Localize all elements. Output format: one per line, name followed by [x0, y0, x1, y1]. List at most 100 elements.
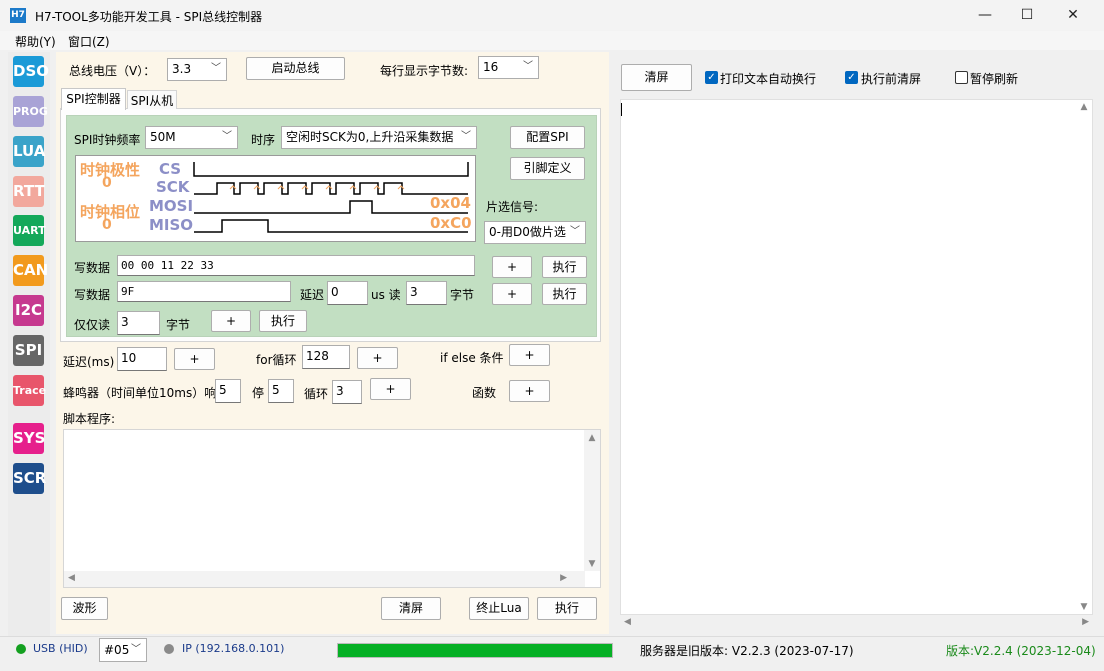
- beep-stop-label: 停: [252, 386, 265, 400]
- start-bus-button[interactable]: 启动总线: [246, 57, 345, 80]
- title-bar: H7 H7-TOOL多功能开发工具 - SPI总线控制器 — ☐ ✕: [0, 0, 1104, 31]
- ifelse-add-button[interactable]: +: [509, 344, 550, 366]
- bytes-per-line-select[interactable]: 16 ﹀: [478, 56, 539, 79]
- close-button[interactable]: ✕: [1050, 0, 1096, 31]
- bytes-per-line-value: 16: [483, 60, 499, 74]
- scroll-right-icon[interactable]: ▶: [560, 573, 567, 583]
- minimize-button[interactable]: —: [962, 0, 1008, 31]
- write1-exec-button[interactable]: 执行: [542, 256, 587, 278]
- script-editor[interactable]: ▲ ▼ ◀ ▶: [63, 429, 601, 588]
- timing-select[interactable]: 空闲时SCK为0,上升沿采集数据 ﹀: [281, 126, 477, 149]
- clear-output-button[interactable]: 清屏: [621, 64, 692, 91]
- bytes-unit-label: 字节: [450, 288, 475, 302]
- pause-label: 暂停刷新: [970, 72, 1019, 86]
- sidebar-item-trace[interactable]: Trace: [13, 375, 46, 406]
- write1-input[interactable]: 00 00 11 22 33: [117, 255, 475, 276]
- wrap-label: 打印文本自动换行: [720, 72, 817, 86]
- script-delay-label: 延迟(ms): [63, 355, 115, 369]
- beep-on-input[interactable]: 5: [215, 379, 241, 403]
- stop-lua-button[interactable]: 终止Lua: [469, 597, 529, 620]
- output-vscrollbar[interactable]: ▲ ▼: [1076, 100, 1092, 614]
- timing-waveforms: [193, 162, 469, 233]
- chevron-down-icon: ﹀: [211, 63, 221, 74]
- port-select[interactable]: #05 ﹀: [99, 638, 147, 662]
- timing-value: 空闲时SCK为0,上升沿采集数据: [286, 130, 454, 144]
- cs-waveform: [193, 162, 469, 177]
- scroll-down-icon[interactable]: ▼: [584, 559, 600, 569]
- scroll-down-icon[interactable]: ▼: [1076, 602, 1092, 612]
- readonly-exec-button[interactable]: 执行: [259, 310, 307, 332]
- scroll-right-icon[interactable]: ▶: [1082, 617, 1089, 627]
- beep-loop-input[interactable]: 3: [332, 380, 362, 404]
- voltage-select[interactable]: 3.3 ﹀: [167, 58, 227, 81]
- tab-spi-controller[interactable]: SPI控制器: [61, 88, 126, 110]
- function-add-button[interactable]: +: [509, 380, 550, 402]
- output-console[interactable]: ▲ ▼: [620, 99, 1093, 615]
- voltage-value: 3.3: [172, 62, 192, 76]
- write2-input[interactable]: 9F: [117, 281, 291, 302]
- wrap-checkbox[interactable]: ✓: [705, 71, 718, 84]
- for-loop-add-button[interactable]: +: [357, 347, 398, 369]
- script-hscrollbar[interactable]: ◀ ▶: [64, 571, 585, 587]
- chevron-down-icon: ﹀: [523, 61, 533, 72]
- menu-help[interactable]: 帮助(Y): [15, 33, 56, 50]
- write1-add-button[interactable]: +: [492, 256, 532, 278]
- sidebar-item-sys[interactable]: SYS: [13, 423, 45, 454]
- script-vscrollbar[interactable]: ▲ ▼: [584, 430, 600, 571]
- scroll-left-icon[interactable]: ◀: [68, 573, 75, 583]
- write1-label: 写数据: [74, 261, 111, 275]
- scroll-left-icon[interactable]: ◀: [624, 617, 631, 627]
- readonly-add-button[interactable]: +: [211, 310, 251, 332]
- chevron-down-icon: ﹀: [570, 226, 580, 237]
- read-count-input[interactable]: 3: [406, 281, 447, 305]
- maximize-button[interactable]: ☐: [1004, 0, 1050, 31]
- beep-off-input[interactable]: 5: [268, 379, 294, 403]
- chevron-down-icon: ﹀: [131, 644, 141, 655]
- ip-status-dot: [164, 644, 174, 654]
- sidebar-item-dso[interactable]: DSO: [13, 56, 49, 87]
- server-version: 服务器是旧版本: V2.2.3 (2023-07-17): [640, 644, 854, 658]
- sidebar-item-spi[interactable]: SPI: [13, 335, 44, 366]
- sidebar-item-can[interactable]: CAN: [13, 255, 48, 286]
- readonly-input[interactable]: 3: [117, 311, 160, 335]
- config-spi-button[interactable]: 配置SPI: [510, 126, 585, 149]
- sidebar-item-lua[interactable]: LUA: [13, 136, 45, 167]
- app-icon: H7: [10, 8, 26, 23]
- beep-add-button[interactable]: +: [370, 378, 411, 400]
- check-icon: ✓: [707, 72, 716, 83]
- ifelse-label: if else 条件: [440, 351, 504, 365]
- exec-script-button[interactable]: 执行: [537, 597, 597, 620]
- clear-script-button[interactable]: 清屏: [381, 597, 441, 620]
- write2-label: 写数据: [74, 288, 111, 302]
- cs-select[interactable]: 0-用D0做片选 ﹀: [484, 221, 586, 244]
- sidebar-item-prog[interactable]: PROG: [13, 96, 48, 127]
- sidebar-item-scr[interactable]: SCR: [13, 463, 46, 494]
- clear-before-checkbox[interactable]: ✓: [845, 71, 858, 84]
- waveform-button[interactable]: 波形: [61, 597, 108, 620]
- cs-label: 片选信号:: [486, 200, 539, 214]
- chevron-down-icon: ﹀: [222, 131, 232, 142]
- pause-checkbox[interactable]: [955, 71, 968, 84]
- output-hscrollbar[interactable]: ◀ ▶: [620, 615, 1093, 632]
- write2-exec-button[interactable]: 执行: [542, 283, 587, 305]
- write2-add-button[interactable]: +: [492, 283, 532, 305]
- chevron-down-icon: ﹀: [461, 131, 471, 142]
- clock-select[interactable]: 50M ﹀: [145, 126, 238, 149]
- pin-definition-button[interactable]: 引脚定义: [510, 157, 585, 180]
- sidebar-item-rtt[interactable]: RTT: [13, 176, 45, 207]
- delay-input[interactable]: 0: [327, 281, 368, 305]
- script-delay-add-button[interactable]: +: [174, 348, 215, 370]
- usb-status-dot: [16, 644, 26, 654]
- for-loop-input[interactable]: 128: [302, 345, 350, 369]
- sidebar-item-i2c[interactable]: I2C: [13, 295, 44, 326]
- script-delay-input[interactable]: 10: [117, 347, 167, 371]
- scroll-up-icon[interactable]: ▲: [584, 433, 600, 443]
- menu-window[interactable]: 窗口(Z): [68, 33, 110, 50]
- sidebar-item-uart[interactable]: UART: [13, 215, 46, 246]
- progress-fill: [338, 644, 612, 657]
- scroll-up-icon[interactable]: ▲: [1076, 102, 1092, 112]
- clock-value: 50M: [150, 130, 176, 144]
- tab-spi-slave[interactable]: SPI从机: [127, 90, 177, 109]
- function-label: 函数: [472, 386, 497, 400]
- timing-diagram: 时钟极性 0 时钟相位 0 CS SCK MOSI MISO 0x04 0xC0: [75, 155, 476, 242]
